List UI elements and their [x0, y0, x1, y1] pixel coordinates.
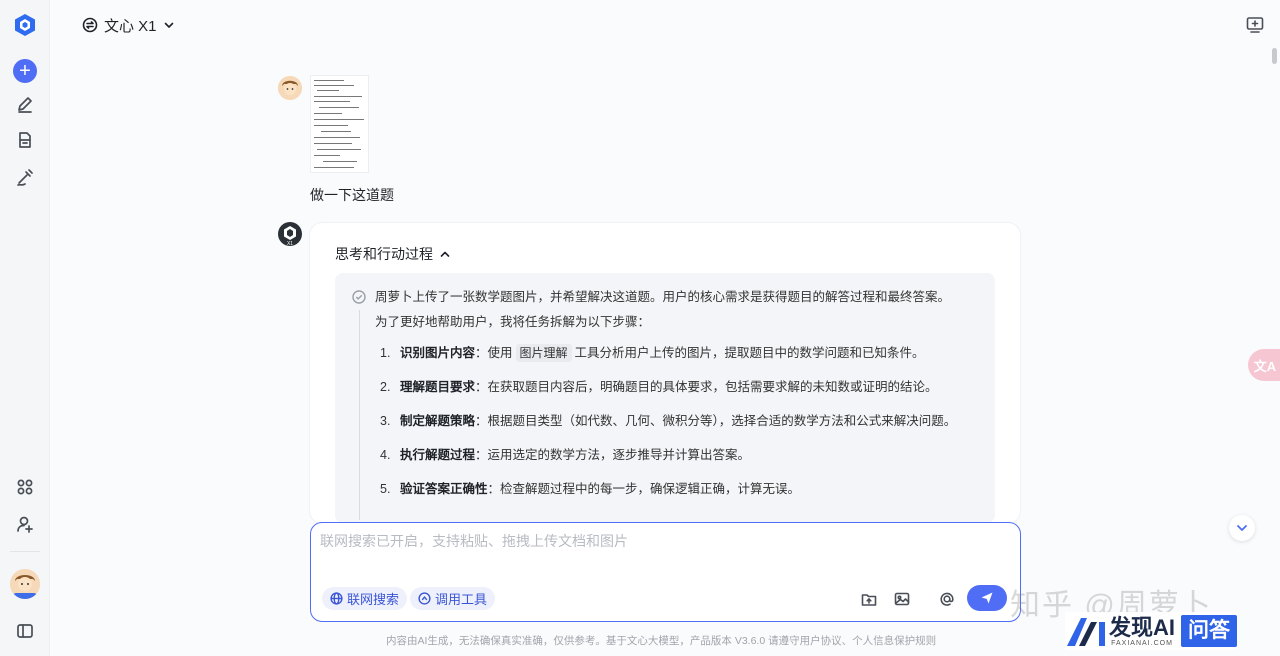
uploaded-image-thumbnail[interactable]	[310, 75, 369, 173]
step-item: 3. 制定解题策略：根据题目类型（如代数、几何、微积分等），选择合适的数学方法和公…	[380, 414, 957, 428]
edit-icon[interactable]	[13, 92, 37, 116]
sidebar-divider	[10, 551, 40, 552]
send-button[interactable]	[967, 585, 1007, 611]
model-name: 文心 X1	[104, 17, 157, 35]
step-item: 4. 执行解题过程：运用选定的数学方法，逐步推导并计算出答案。	[380, 448, 751, 462]
add-user-icon[interactable]	[13, 512, 37, 536]
step-item: 5. 验证答案正确性：检查解题过程中的每一步，确保逻辑正确，计算无误。	[380, 482, 801, 496]
document-icon[interactable]	[13, 128, 37, 152]
send-icon	[981, 592, 993, 604]
chevron-down-icon	[164, 22, 173, 28]
tools-icon	[418, 592, 431, 605]
chevron-up-icon	[440, 251, 450, 257]
thinking-intro-2: 为了更好地帮助用户，我将任务拆解为以下步骤：	[375, 315, 651, 329]
translate-icon: 文A	[1253, 358, 1277, 374]
user-avatar	[278, 76, 302, 100]
upload-file-icon[interactable]	[859, 589, 879, 609]
model-switch-icon	[82, 17, 98, 33]
chevron-down-icon	[1237, 525, 1247, 531]
new-chat-button[interactable]: +	[13, 59, 37, 83]
brand-logo-icon	[1067, 618, 1105, 646]
check-circle-icon	[352, 290, 366, 304]
bot-avatar: X1	[278, 222, 302, 247]
plus-icon: +	[19, 60, 31, 82]
apps-grid-icon[interactable]	[13, 475, 37, 499]
footer-disclaimer: 内容由AI生成，无法确保真实准确，仅供参考。基于文心大模型，产品版本 V3.6.…	[386, 635, 937, 647]
model-selector[interactable]: 文心 X1	[82, 14, 175, 36]
scroll-to-bottom-button[interactable]	[1229, 515, 1255, 541]
globe-icon	[330, 592, 343, 605]
brand-watermark: 发现AI FAXIANAI.COM 问答	[1065, 612, 1238, 650]
tools-toggle[interactable]: 调用工具	[410, 587, 496, 610]
upload-image-icon[interactable]	[892, 589, 912, 609]
web-search-label: 联网搜索	[347, 592, 400, 607]
thinking-timeline	[359, 310, 360, 520]
logo-icon[interactable]	[13, 13, 37, 37]
new-window-icon[interactable]	[1245, 15, 1265, 35]
sidebar-toggle-icon[interactable]	[13, 619, 37, 643]
brand-url: FAXIANAI.COM	[1111, 639, 1173, 647]
brand-name: 发现AI	[1109, 614, 1176, 640]
user-message: 做一下这道题	[310, 187, 394, 203]
tool-chip: 图片理解	[515, 344, 572, 362]
web-search-toggle[interactable]: 联网搜索	[322, 587, 408, 610]
thinking-intro-1: 周萝卜上传了一张数学题图片，并希望解决这道题。用户的核心需求是获得题目的解答过程…	[375, 290, 951, 304]
brand-qa-badge: 问答	[1181, 615, 1238, 647]
step-item: 2. 理解题目要求：在获取题目内容后，明确题目的具体要求，包括需要求解的未知数或证…	[380, 380, 938, 394]
thinking-header-label: 思考和行动过程	[335, 246, 433, 262]
avatar[interactable]	[10, 569, 40, 599]
draw-icon[interactable]	[13, 165, 37, 189]
chat-input[interactable]	[320, 530, 1010, 552]
tools-label: 调用工具	[435, 592, 488, 607]
scrollbar[interactable]	[1271, 44, 1277, 516]
step-item: 1. 识别图片内容：使用 图片理解 工具分析用户上传的图片，提取题目中的数学问题和已知…	[380, 344, 925, 362]
scrollbar-thumb[interactable]	[1272, 48, 1277, 64]
mention-icon[interactable]	[937, 589, 957, 609]
svg-text:X1: X1	[287, 241, 293, 246]
thinking-toggle[interactable]: 思考和行动过程	[335, 244, 451, 264]
sidebar: +	[0, 0, 50, 656]
translate-button[interactable]: 文A	[1248, 349, 1280, 381]
